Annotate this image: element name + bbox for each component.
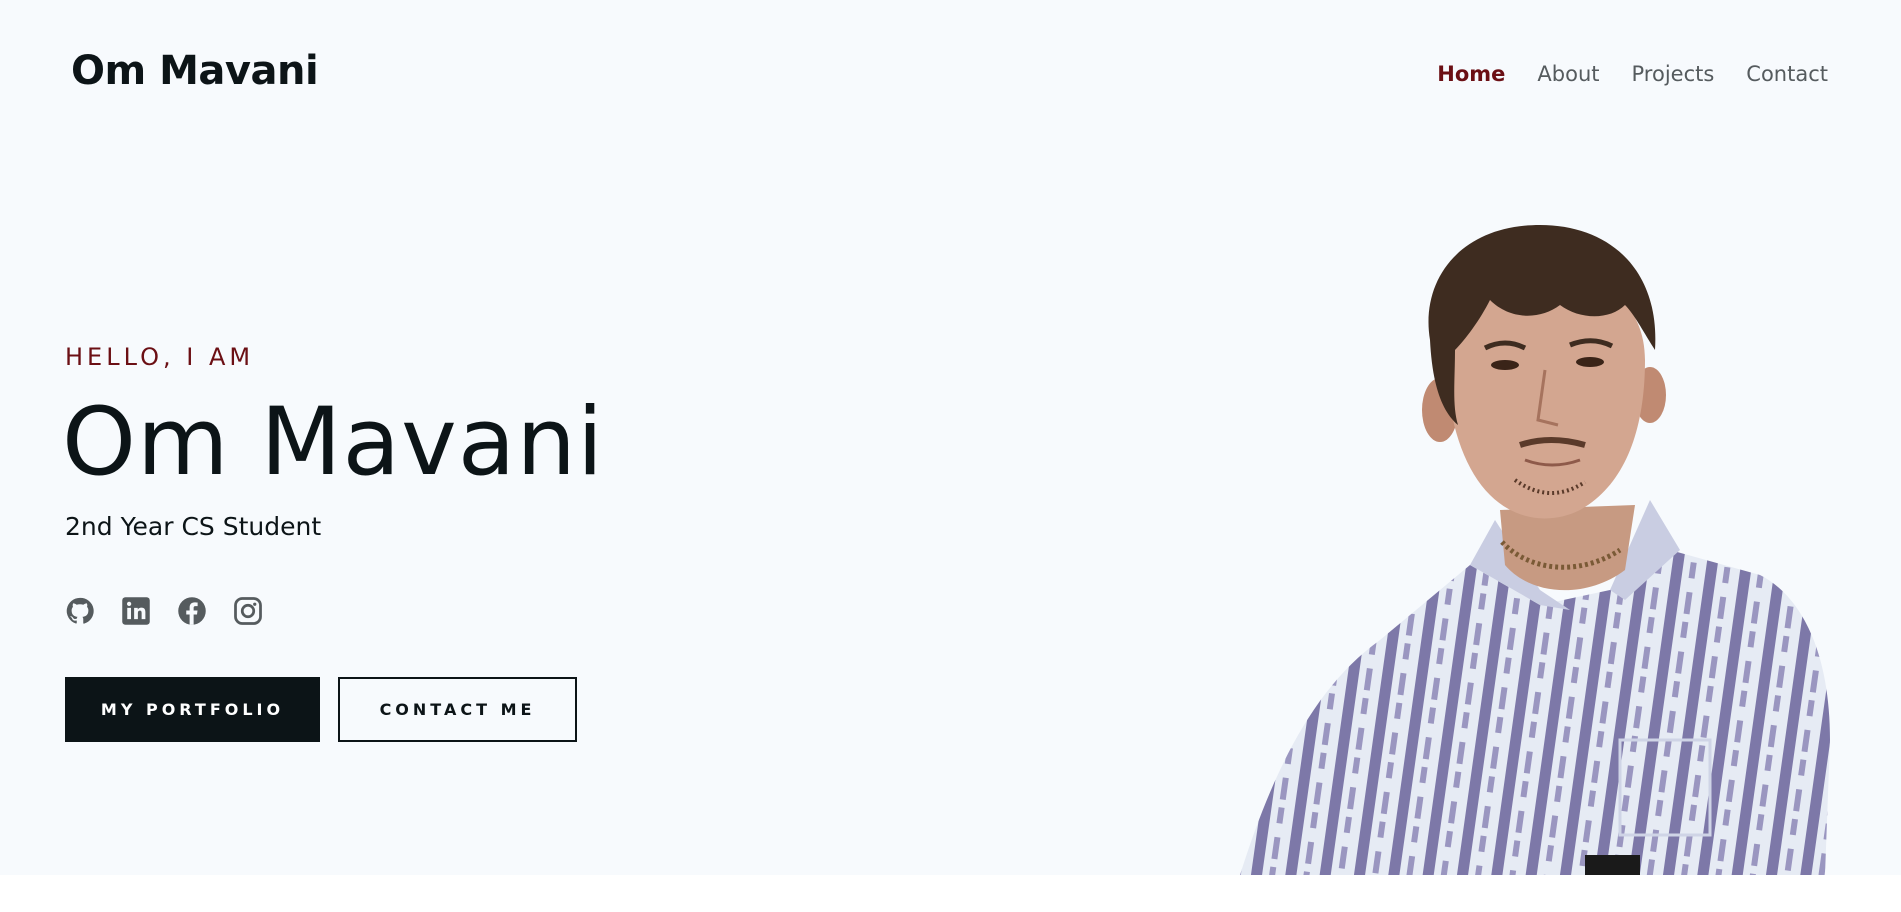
nav-link-about[interactable]: About — [1537, 62, 1599, 86]
profile-photo — [1240, 220, 1840, 875]
github-icon[interactable] — [65, 596, 95, 626]
social-links — [65, 596, 263, 626]
my-portfolio-button[interactable]: MY PORTFOLIO — [65, 677, 320, 742]
nav-link-contact[interactable]: Contact — [1746, 62, 1828, 86]
contact-me-button[interactable]: CONTACT ME — [338, 677, 577, 742]
site-logo[interactable]: Om Mavani — [71, 48, 319, 94]
nav-link-home[interactable]: Home — [1437, 62, 1505, 86]
nav-link-projects[interactable]: Projects — [1632, 62, 1715, 86]
facebook-icon[interactable] — [177, 596, 207, 626]
hero-name: Om Mavani — [62, 388, 605, 497]
hero-section: Om Mavani Home About Projects Contact HE… — [0, 0, 1901, 875]
instagram-icon[interactable] — [233, 596, 263, 626]
hero-greeting: HELLO, I AM — [65, 343, 255, 371]
hero-role: 2nd Year CS Student — [65, 512, 322, 541]
linkedin-icon[interactable] — [121, 596, 151, 626]
main-nav: Home About Projects Contact — [1437, 62, 1828, 86]
